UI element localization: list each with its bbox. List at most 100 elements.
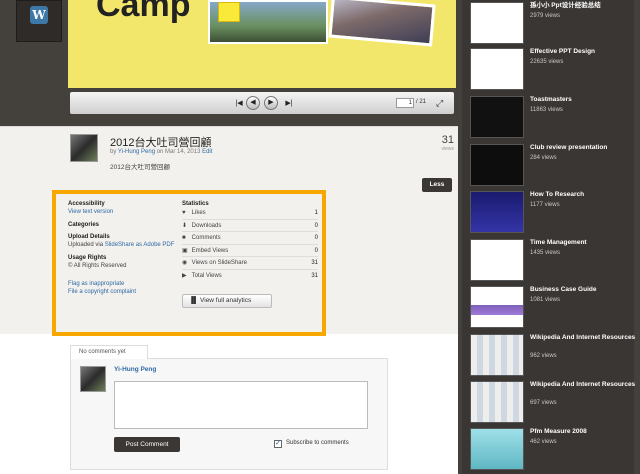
subscribe-checkbox[interactable]: ✓ — [274, 440, 282, 448]
wordpress-button[interactable]: W — [16, 0, 62, 42]
stat-value: 0 — [314, 222, 318, 229]
related-views: 1435 views — [530, 250, 561, 256]
stat-label: Embed Views — [191, 247, 229, 254]
previous-slide-button[interactable]: ◀ — [246, 96, 260, 110]
by-prefix: by — [110, 149, 117, 155]
related-item[interactable]: Time Management 1435 views — [470, 239, 640, 285]
related-item[interactable]: Wikipedia And Internet Resources 962 vie… — [470, 334, 640, 380]
related-thumbnail[interactable] — [470, 428, 524, 470]
deck-byline: by Yi-Hung Peng on Mar 14, 2013 Edit — [110, 149, 212, 155]
stat-downloads: ⬇ Downloads 0 — [182, 220, 318, 232]
related-title[interactable]: Business Case Guide — [530, 286, 638, 294]
embed-icon: ▣ — [182, 247, 188, 254]
author-link[interactable]: Yi-Hung Peng — [118, 149, 155, 155]
upload-link[interactable]: SlideShare as Adobe PDF — [105, 242, 175, 248]
related-thumbnail[interactable] — [470, 144, 524, 186]
download-icon: ⬇ — [182, 222, 188, 229]
related-item[interactable]: Toastmasters 11863 views — [470, 96, 640, 142]
related-thumbnail[interactable] — [470, 381, 524, 423]
related-item[interactable]: 孫小小 Ppt设计经验总结 2979 views — [470, 2, 640, 48]
view-text-link[interactable]: View text version — [68, 208, 178, 216]
usage-rights: © All Rights Reserved — [68, 263, 127, 269]
related-title[interactable]: Wikipedia And Internet Resources — [530, 334, 638, 342]
commenter-name[interactable]: Yi-Hung Peng — [114, 366, 156, 373]
view-analytics-button[interactable]: ▐▌ View full analytics — [182, 294, 272, 308]
last-slide-icon[interactable]: ▶| — [282, 98, 296, 112]
related-title[interactable]: How To Research — [530, 191, 638, 199]
related-thumbnail[interactable] — [470, 239, 524, 281]
stat-comments: ■ Comments 0 — [182, 232, 318, 245]
author-avatar[interactable] — [70, 134, 98, 162]
heart-icon: ♥ — [182, 210, 186, 216]
related-views: 1081 views — [530, 297, 561, 303]
related-title[interactable]: Time Management — [530, 239, 638, 247]
fullscreen-icon[interactable]: ⤢ — [436, 98, 443, 109]
upload-prefix: Uploaded via — [68, 242, 104, 248]
next-slide-button[interactable]: ▶ — [264, 96, 278, 110]
first-slide-icon[interactable]: |◀ — [232, 98, 246, 112]
categories-heading: Categories — [68, 222, 100, 228]
stat-views-on-slideshare: ◉ Views on SlideShare 31 — [182, 257, 318, 270]
post-comment-button[interactable]: Post Comment — [114, 437, 180, 452]
related-item[interactable]: Club review presentation 284 views — [470, 144, 640, 190]
slide-image: Camp — [68, 0, 456, 88]
stat-label: Downloads — [191, 222, 222, 229]
deck-description: 2012台大吐司營回顧 — [110, 164, 170, 171]
stat-label: Comments — [191, 235, 221, 241]
stat-value: 31 — [311, 260, 318, 266]
accessibility-heading: Accessibility — [68, 201, 105, 207]
related-list: 孫小小 Ppt设计经验总结 2979 views Effective PPT D… — [462, 0, 635, 474]
related-item[interactable]: Wikipedia And Internet Resources 697 vie… — [470, 381, 640, 427]
details-left-column: Accessibility View text version Categori… — [68, 201, 178, 296]
wordpress-icon: W — [30, 6, 48, 24]
stat-value: 0 — [314, 235, 318, 241]
edit-link[interactable]: Edit — [202, 149, 212, 155]
slide-sticker — [218, 2, 240, 22]
related-title[interactable]: 孫小小 Ppt设计经验总结 — [530, 2, 638, 10]
related-views: 2979 views — [530, 13, 561, 19]
left-strip: W — [0, 0, 68, 126]
flag-link[interactable]: Flag as inappropriate — [68, 280, 178, 288]
related-views: 284 views — [530, 155, 557, 161]
comment-textarea[interactable] — [114, 381, 368, 429]
related-item[interactable]: Pfm Measure 2008 462 views — [470, 428, 640, 474]
related-title[interactable]: Pfm Measure 2008 — [530, 428, 638, 436]
related-thumbnail[interactable] — [470, 48, 524, 90]
analytics-label: View full analytics — [200, 297, 252, 304]
related-title[interactable]: Club review presentation — [530, 144, 638, 152]
stat-value: 0 — [314, 247, 318, 254]
related-item[interactable]: Effective PPT Design 22635 views — [470, 48, 640, 94]
related-thumbnail[interactable] — [470, 334, 524, 376]
commenter-avatar — [80, 366, 106, 392]
slide-word: Camp — [96, 0, 191, 24]
statistics-column: Statistics ♥ Likes 1 ⬇ Downloads 0 ■ Com… — [182, 201, 318, 282]
stat-likes: ♥ Likes 1 — [182, 207, 318, 220]
stat-value: 1 — [314, 210, 318, 216]
player-controls: |◀ ◀ ▶ ▶| 1 / 21 ⤢ — [70, 92, 454, 114]
subscribe-label: Subscribe to comments — [286, 440, 349, 446]
comments-tab[interactable]: No comments yet — [70, 345, 148, 359]
related-thumbnail[interactable] — [470, 2, 524, 44]
related-thumbnail[interactable] — [470, 286, 524, 328]
related-item[interactable]: Business Case Guide 1081 views — [470, 286, 640, 332]
related-item[interactable]: How To Research 1177 views — [470, 191, 640, 237]
page-total: / 21 — [416, 99, 427, 105]
related-thumbnail[interactable] — [470, 191, 524, 233]
stat-embed-views: ▣ Embed Views 0 — [182, 245, 318, 257]
page-number-input[interactable]: 1 — [396, 98, 414, 108]
related-sidebar: 孫小小 Ppt设计经验总结 2979 views Effective PPT D… — [458, 0, 640, 474]
views-count: 31 — [441, 134, 454, 146]
related-views: 22635 views — [530, 59, 564, 65]
upload-heading: Upload Details — [68, 234, 110, 240]
less-button[interactable]: Less — [422, 178, 452, 192]
related-title[interactable]: Wikipedia And Internet Resources — [530, 381, 638, 389]
views-label: views — [441, 146, 454, 152]
related-title[interactable]: Toastmasters — [530, 96, 638, 104]
related-title[interactable]: Effective PPT Design — [530, 48, 638, 56]
slide-photo — [328, 0, 436, 47]
stat-value: 31 — [311, 272, 318, 279]
related-thumbnail[interactable] — [470, 96, 524, 138]
deck-title: 2012台大吐司營回顧 — [110, 137, 212, 149]
bar-chart-icon: ▐▌ — [189, 297, 201, 304]
copyright-link[interactable]: File a copyright complaint — [68, 288, 178, 296]
